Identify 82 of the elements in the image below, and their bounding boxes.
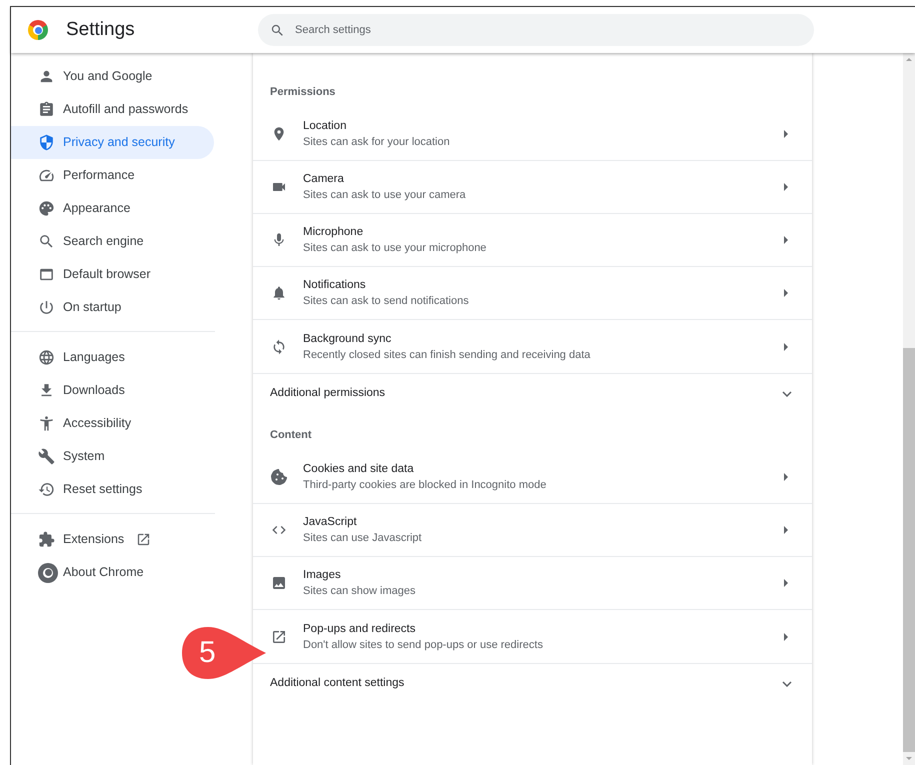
caret-right-icon xyxy=(784,526,788,534)
sidebar-item[interactable]: Downloads xyxy=(11,374,214,407)
cookie-icon xyxy=(271,469,287,485)
accessibility-icon xyxy=(38,415,55,432)
row-title: Location xyxy=(303,119,348,134)
page-title: Settings xyxy=(66,18,136,42)
settings-row[interactable]: Cookies and site data Third-party cookies are blocked in Incognito mode xyxy=(253,451,812,504)
search-field[interactable]: Search settings xyxy=(258,14,814,46)
sidebar-item[interactable]: Appearance xyxy=(11,192,214,225)
caret-right-icon xyxy=(784,289,788,297)
palette-icon xyxy=(38,200,55,217)
section-heading: Content xyxy=(270,428,312,444)
row-subtitle: Sites can ask to use your camera xyxy=(303,188,467,203)
row-title: JavaScript xyxy=(303,515,358,530)
section-heading: Permissions xyxy=(270,85,336,100)
row-title: Images xyxy=(303,568,342,583)
row-title: Pop-ups and redirects xyxy=(303,622,417,636)
sidebar-item[interactable]: About Chrome xyxy=(11,556,214,589)
expand-row[interactable]: Additional permissions xyxy=(253,374,812,414)
scroll-up-arrow-icon[interactable] xyxy=(906,58,912,61)
sidebar-item[interactable]: Default browser xyxy=(11,258,214,291)
settings-row[interactable]: Microphone Sites can ask to use your microphone xyxy=(253,214,812,267)
row-title: Notifications xyxy=(303,278,367,293)
clipboard-icon xyxy=(38,101,55,118)
bell-icon xyxy=(271,285,287,301)
settings-row[interactable]: Location Sites can ask for your location xyxy=(253,108,812,161)
sidebar-item[interactable]: Accessibility xyxy=(11,407,214,440)
sidebar-item[interactable]: Performance xyxy=(11,159,214,192)
row-subtitle: Sites can use Javascript xyxy=(303,531,423,546)
open-in-new-icon xyxy=(271,628,287,644)
sidebar-item[interactable]: Search engine xyxy=(11,225,214,258)
scrollbar[interactable] xyxy=(903,53,915,765)
row-subtitle: Sites can show images xyxy=(303,584,416,599)
row-subtitle: Third-party cookies are blocked in Incognito mode xyxy=(303,478,548,493)
browser-window-icon xyxy=(38,266,55,283)
caret-right-icon xyxy=(784,183,788,191)
caret-right-icon xyxy=(784,473,788,481)
sidebar-item[interactable]: Autofill and passwords xyxy=(11,93,214,126)
settings-row[interactable]: Notifications Sites can ask to send notifications xyxy=(253,267,812,320)
person-icon xyxy=(38,68,55,85)
history-icon xyxy=(38,481,55,498)
row-title: Cookies and site data xyxy=(303,462,415,477)
image-icon xyxy=(271,575,287,591)
gauge-icon xyxy=(38,167,55,184)
sidebar-item[interactable]: You and Google xyxy=(11,60,214,93)
settings-row[interactable]: Images Sites can show images xyxy=(253,557,812,610)
row-subtitle: Sites can ask to use your microphone xyxy=(303,241,488,256)
shield-icon xyxy=(38,134,55,151)
caret-right-icon xyxy=(784,342,788,350)
puzzle-icon xyxy=(38,531,55,548)
settings-row[interactable]: Camera Sites can ask to use your camera xyxy=(253,161,812,214)
search-icon xyxy=(38,233,55,250)
sidebar-item[interactable]: Extensions xyxy=(11,523,214,556)
sidebar-item[interactable]: Reset settings xyxy=(11,473,214,506)
settings-row[interactable]: JavaScript Sites can use Javascript xyxy=(253,504,812,557)
globe-icon xyxy=(38,349,55,366)
row-subtitle: Recently closed sites can finish sending and receiving data xyxy=(303,348,592,362)
caret-right-icon xyxy=(784,579,788,587)
caret-right-icon xyxy=(784,130,788,138)
settings-row[interactable]: Background sync Recently closed sites can finish sending and receiving data xyxy=(253,320,812,373)
step-callout: 5 xyxy=(180,625,268,681)
row-subtitle: Sites can ask for your location xyxy=(303,135,451,150)
caret-right-icon xyxy=(784,236,788,244)
chevron-icon xyxy=(782,391,792,397)
scroll-down-arrow-icon[interactable] xyxy=(906,757,912,760)
sidebar-item[interactable]: Languages xyxy=(11,341,214,374)
row-title: Camera xyxy=(303,172,345,187)
sidebar-item[interactable]: Privacy and security xyxy=(11,126,214,159)
power-icon xyxy=(38,299,55,316)
chrome-logo-icon xyxy=(28,20,48,40)
wrench-icon xyxy=(38,448,55,465)
row-subtitle: Don't allow sites to send pop-ups or use redirects xyxy=(303,638,544,652)
sidebar-item[interactable]: On startup xyxy=(11,291,214,324)
row-title: Background sync xyxy=(303,332,392,346)
sidebar-item[interactable]: System xyxy=(11,440,214,473)
chevron-icon xyxy=(782,681,792,687)
chrome-logo-icon xyxy=(38,562,58,582)
caret-right-icon xyxy=(784,632,788,640)
search-icon xyxy=(270,22,285,38)
row-title: Microphone xyxy=(303,225,364,240)
row-subtitle: Sites can ask to send notifications xyxy=(303,294,470,309)
sync-icon xyxy=(271,338,287,354)
